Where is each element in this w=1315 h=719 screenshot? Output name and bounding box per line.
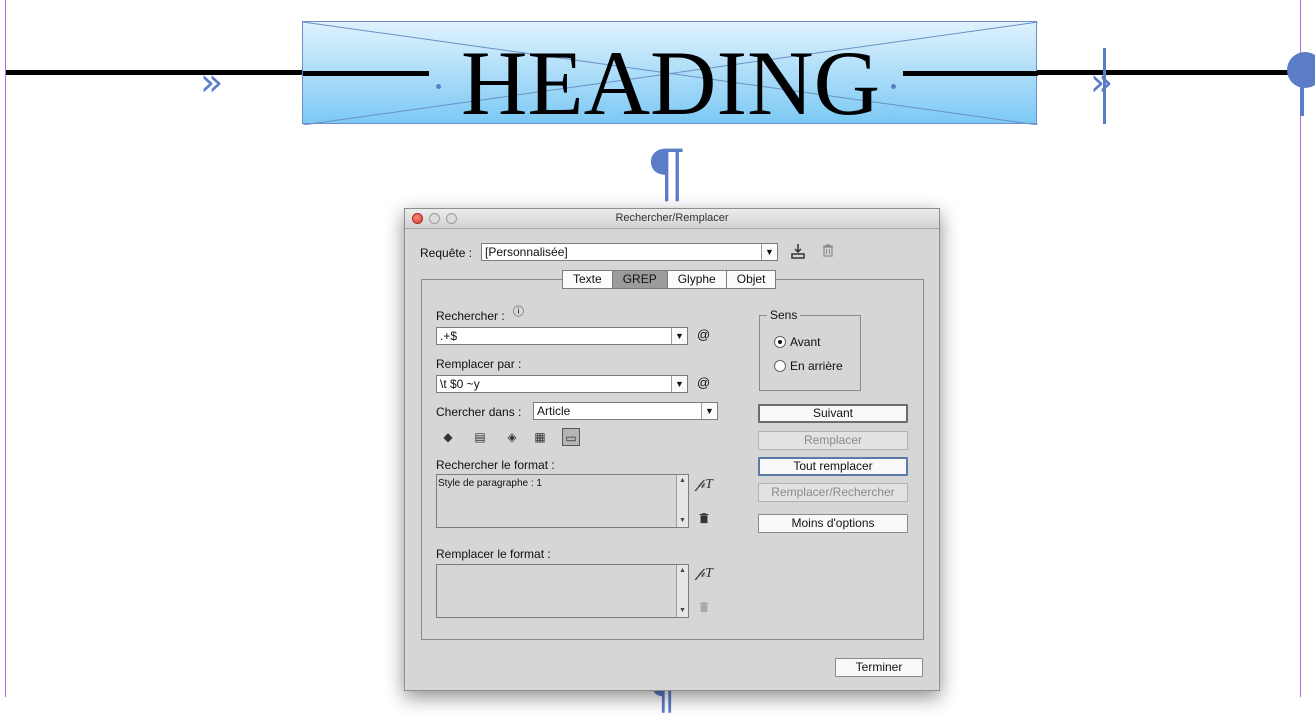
replace-format-scrollbar[interactable]: ▲ ▼ xyxy=(676,565,688,617)
heading-frame[interactable]: HEADING xyxy=(302,21,1038,129)
dialog-title: Rechercher/Remplacer xyxy=(615,212,729,224)
find-value: .+$ xyxy=(440,329,458,343)
anchor-dot-left xyxy=(436,84,441,89)
direction-backward-label[interactable]: En arrière xyxy=(790,359,843,373)
rule-line-right xyxy=(1105,70,1300,75)
tab-glyphe[interactable]: Glyphe xyxy=(667,270,727,289)
replace-dropdown-arrow-icon[interactable]: ▼ xyxy=(671,376,687,392)
direction-forward-radio[interactable] xyxy=(774,336,786,348)
find-format-scrollbar[interactable]: ▲ ▼ xyxy=(676,475,688,527)
pilcrow-icon: ¶ xyxy=(646,137,687,211)
replace-format-label: Remplacer le format : xyxy=(436,547,551,561)
find-dropdown-arrow-icon[interactable]: ▼ xyxy=(671,328,687,344)
heading-text[interactable]: HEADING xyxy=(303,37,1038,129)
scroll-up-icon[interactable]: ▲ xyxy=(677,475,688,487)
query-value: [Personnalisée] xyxy=(485,245,568,259)
master-pages-icon[interactable]: ▦ xyxy=(531,428,549,446)
search-in-value: Article xyxy=(537,404,571,418)
clear-find-format-icon[interactable] xyxy=(695,511,713,527)
hidden-layers-icon[interactable]: ◈ xyxy=(503,428,521,446)
scroll-down-icon[interactable]: ▼ xyxy=(677,605,688,617)
tab-marker-right-icon: » xyxy=(1090,60,1114,104)
query-select[interactable]: [Personnalisée] ▼ xyxy=(481,243,778,261)
corner-handle-bar xyxy=(1300,70,1304,116)
replace-input[interactable]: \t $0 ~y ▼ xyxy=(436,375,688,393)
replace-format-box[interactable]: ▲ ▼ xyxy=(436,564,689,618)
find-replace-dialog: Rechercher/Remplacer Requête : [Personna… xyxy=(404,208,940,691)
rule-line-left xyxy=(6,70,302,75)
save-query-icon[interactable] xyxy=(789,243,807,262)
scroll-up-icon[interactable]: ▲ xyxy=(677,565,688,577)
specify-find-format-icon[interactable]: 𝓅T xyxy=(695,477,713,493)
next-button[interactable]: Suivant xyxy=(758,404,908,423)
tab-marker-icon: » xyxy=(200,60,224,104)
search-in-label: Chercher dans : xyxy=(436,405,522,419)
query-label: Requête : xyxy=(420,246,473,260)
scroll-down-icon[interactable]: ▼ xyxy=(677,515,688,527)
tab-objet[interactable]: Objet xyxy=(726,270,777,289)
search-mode-tabs: Texte GREP Glyphe Objet xyxy=(562,270,777,289)
find-special-char-icon[interactable]: @ xyxy=(697,327,710,342)
direction-forward-label[interactable]: Avant xyxy=(790,335,820,349)
locked-stories-icon[interactable]: ▤ xyxy=(471,428,489,446)
replace-find-button[interactable]: Remplacer/Rechercher xyxy=(758,483,908,502)
find-format-label: Rechercher le format : xyxy=(436,458,555,472)
replace-value: \t $0 ~y xyxy=(440,377,480,391)
done-button[interactable]: Terminer xyxy=(835,658,923,677)
direction-backward-radio[interactable] xyxy=(774,360,786,372)
direction-group xyxy=(759,315,861,391)
find-format-value: Style de paragraphe : 1 xyxy=(438,478,542,489)
clear-replace-format-icon[interactable] xyxy=(695,600,713,616)
footnotes-icon[interactable]: ▭ xyxy=(562,428,580,446)
anchor-dot-right xyxy=(891,84,896,89)
dialog-titlebar[interactable]: Rechercher/Remplacer xyxy=(405,209,939,229)
replace-special-char-icon[interactable]: @ xyxy=(697,375,710,390)
replace-label: Remplacer par : xyxy=(436,357,522,371)
query-dropdown-arrow-icon[interactable]: ▼ xyxy=(761,244,777,260)
fewer-options-button[interactable]: Moins d'options xyxy=(758,514,908,533)
search-in-dropdown-arrow-icon[interactable]: ▼ xyxy=(701,403,717,419)
replace-button[interactable]: Remplacer xyxy=(758,431,908,450)
replace-all-button[interactable]: Tout remplacer xyxy=(758,457,908,476)
tab-texte[interactable]: Texte xyxy=(562,270,613,289)
search-in-select[interactable]: Article ▼ xyxy=(533,402,718,420)
find-label: Rechercher : xyxy=(436,309,505,323)
specify-replace-format-icon[interactable]: 𝓅T xyxy=(695,566,713,582)
direction-legend: Sens xyxy=(767,308,801,322)
find-input[interactable]: .+$ ▼ xyxy=(436,327,688,345)
tab-grep[interactable]: GREP xyxy=(612,270,668,289)
find-format-box[interactable]: Style de paragraphe : 1 ▲ ▼ xyxy=(436,474,689,528)
info-icon[interactable]: ⓘ xyxy=(513,303,524,319)
page-edge-left xyxy=(5,0,6,697)
locked-layers-icon[interactable]: ◆ xyxy=(439,428,457,446)
delete-query-icon[interactable] xyxy=(819,243,837,260)
